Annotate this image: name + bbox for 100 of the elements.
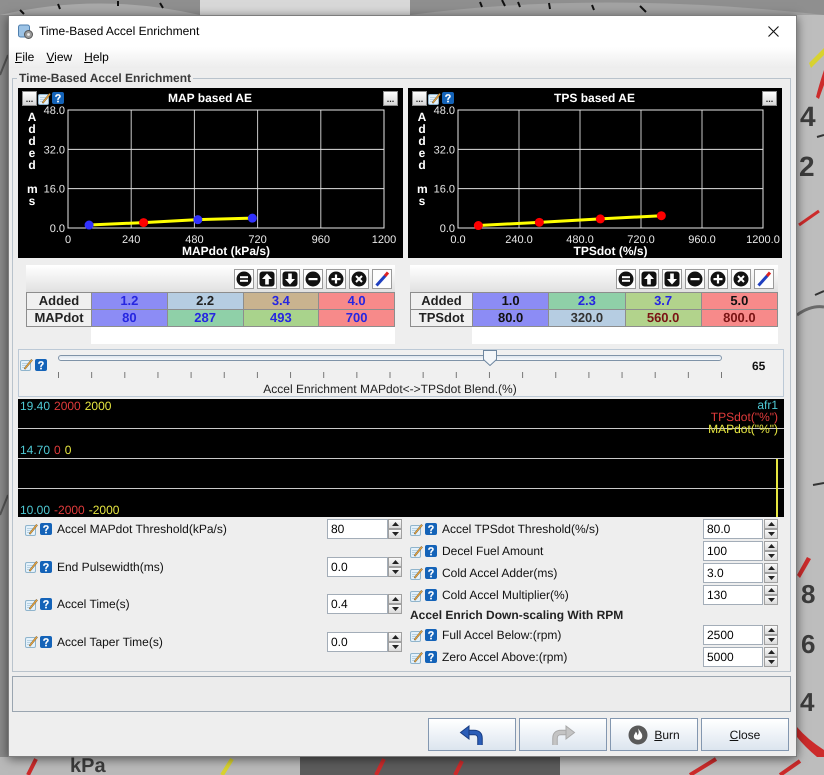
notepad-pencil-icon[interactable] [428, 92, 441, 104]
spin-down-button[interactable] [764, 657, 778, 667]
up-triangle-icon [768, 566, 774, 570]
spin-up-button[interactable] [388, 556, 402, 566]
spin-up-button[interactable] [388, 632, 402, 642]
table-cell[interactable]: 4.0 [319, 293, 394, 309]
help-icon[interactable] [442, 92, 454, 104]
slider-value: 65 [752, 359, 766, 373]
spin-down-button[interactable] [764, 529, 778, 539]
number-field[interactable]: 80.0 [703, 519, 763, 539]
number-field[interactable]: 2500 [703, 625, 763, 645]
data-point[interactable] [534, 218, 544, 227]
number-field[interactable]: 0.4 [327, 594, 388, 614]
undo-arrow-icon [459, 722, 485, 746]
help-icon[interactable] [425, 589, 437, 601]
close-button[interactable]: Close [701, 718, 789, 751]
slider-track[interactable] [58, 350, 722, 366]
number-field[interactable]: 3.0 [703, 563, 763, 583]
spin-up-button[interactable] [764, 625, 778, 635]
spin-down-button[interactable] [388, 566, 402, 576]
minus-button[interactable] [303, 268, 323, 288]
scale-value: 2000 [54, 400, 81, 413]
data-point[interactable] [84, 220, 94, 230]
spin-up-button[interactable] [764, 519, 778, 529]
spin-down-button[interactable] [388, 642, 402, 652]
help-icon[interactable] [425, 629, 437, 641]
spin-down-button[interactable] [764, 551, 778, 561]
equals-button[interactable] [234, 268, 254, 288]
spin-down-button[interactable] [764, 595, 778, 605]
help-icon[interactable] [425, 651, 437, 663]
table-cell[interactable]: 80.0 [473, 310, 548, 326]
table-cell[interactable]: 2.2 [168, 293, 242, 309]
spin-up-button[interactable] [764, 585, 778, 595]
spin-down-button[interactable] [388, 604, 402, 614]
spin-up-button[interactable] [764, 647, 778, 657]
table-cell[interactable]: 560.0 [626, 310, 701, 326]
table-cell[interactable]: 320.0 [549, 310, 624, 326]
pen-button[interactable] [372, 268, 392, 288]
cell-value: 1.0 [502, 294, 520, 308]
minus-button[interactable] [685, 268, 705, 288]
table-cell[interactable]: 493 [244, 310, 318, 326]
help-icon[interactable] [425, 523, 437, 535]
spin-down-button[interactable] [388, 529, 402, 539]
burn-button[interactable]: Burn [610, 718, 698, 751]
help-icon[interactable] [52, 92, 64, 104]
clear-button[interactable] [349, 268, 369, 288]
up-arrow-button[interactable] [257, 268, 277, 288]
table-cell[interactable]: 5.0 [702, 293, 777, 309]
help-icon[interactable] [40, 523, 52, 535]
notepad-pencil-icon[interactable] [38, 92, 51, 104]
more-button[interactable]: ... [22, 90, 37, 106]
more-button[interactable]: ... [383, 90, 398, 106]
help-icon[interactable] [40, 636, 52, 648]
down-arrow-button[interactable] [662, 268, 682, 288]
pen-icon [374, 270, 390, 286]
table-cell[interactable]: 3.7 [626, 293, 701, 309]
number-field[interactable]: 5000 [703, 647, 763, 667]
field-label: Decel Fuel Amount [442, 544, 544, 558]
spin-down-button[interactable] [764, 573, 778, 583]
undo-button[interactable] [428, 718, 516, 751]
help-icon[interactable] [425, 545, 437, 557]
number-field[interactable]: 100 [703, 541, 763, 561]
menu-item[interactable]: Help [78, 47, 115, 67]
menu-item[interactable]: File [9, 47, 40, 67]
table-cell[interactable]: 287 [168, 310, 242, 326]
plus-button[interactable] [326, 268, 346, 288]
number-field[interactable]: 0.0 [327, 632, 388, 652]
spin-up-button[interactable] [388, 519, 402, 529]
spin-up-button[interactable] [764, 563, 778, 573]
more-button[interactable]: ... [762, 90, 777, 106]
help-icon[interactable] [40, 560, 52, 572]
plus-button[interactable] [708, 268, 728, 288]
spin-down-button[interactable] [764, 635, 778, 645]
cell-value: 3.7 [654, 294, 672, 308]
spin-up-button[interactable] [764, 541, 778, 551]
number-field[interactable]: 130 [703, 585, 763, 605]
number-field[interactable]: 0.0 [327, 556, 388, 576]
spin-up-button[interactable] [388, 594, 402, 604]
slider-thumb[interactable] [482, 350, 497, 366]
data-point[interactable] [596, 214, 605, 224]
number-field[interactable]: 80 [327, 519, 388, 539]
down-arrow-button[interactable] [280, 268, 300, 288]
more-button[interactable]: ... [412, 90, 427, 106]
clear-button[interactable] [731, 268, 751, 288]
pen-button[interactable] [754, 268, 774, 288]
gauge-label: 8 [801, 582, 816, 606]
table-cell[interactable]: 1.0 [473, 293, 548, 309]
data-point[interactable] [139, 218, 148, 228]
table-cell[interactable]: 3.4 [244, 293, 318, 309]
menu-item[interactable]: View [40, 47, 78, 67]
equals-button[interactable] [616, 268, 636, 288]
help-icon[interactable] [425, 567, 437, 579]
data-point[interactable] [193, 215, 202, 224]
table-cell[interactable]: 800.0 [702, 310, 777, 326]
table-cell[interactable]: 2.3 [549, 293, 624, 309]
up-arrow-button[interactable] [639, 268, 659, 288]
data-point[interactable] [474, 221, 483, 230]
help-icon[interactable] [35, 358, 47, 370]
table-cell[interactable]: 700 [319, 310, 394, 326]
help-icon[interactable] [40, 598, 52, 610]
